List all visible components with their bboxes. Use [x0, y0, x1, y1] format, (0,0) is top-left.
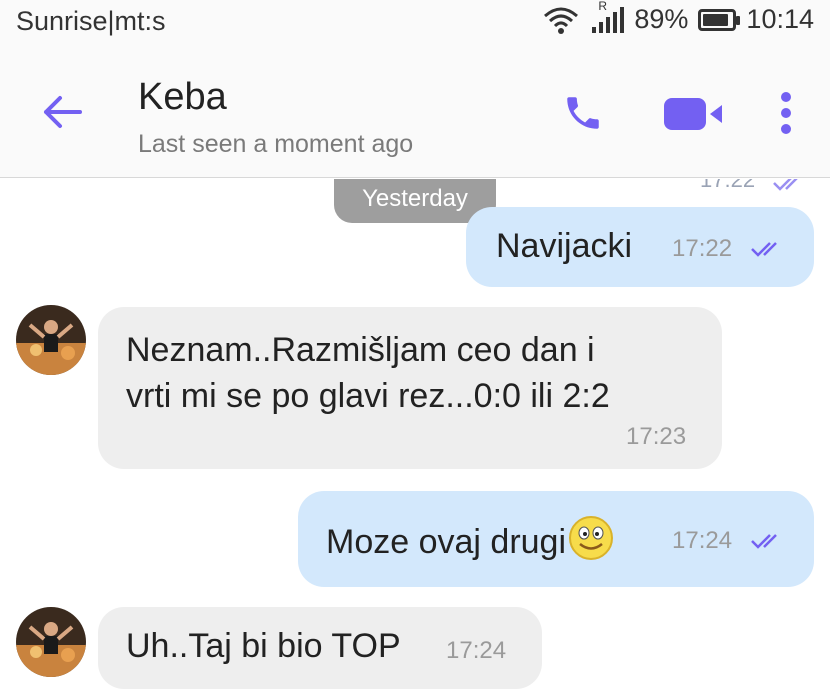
carrier-label: Sunrise|mt:s: [16, 6, 166, 36]
avatar-photo: [16, 305, 86, 375]
outgoing-message[interactable]: Moze ovaj drugi 17:24: [298, 491, 814, 587]
read-ticks-icon: [751, 242, 777, 257]
contact-avatar[interactable]: [16, 305, 86, 375]
back-button[interactable]: [40, 90, 84, 134]
status-bar: Sunrise|mt:s R 89% 10:14: [0, 0, 830, 46]
wifi-icon: [544, 7, 579, 34]
video-call-button[interactable]: [664, 96, 724, 132]
incoming-message[interactable]: Uh..Taj bi bio TOP 17:24: [98, 607, 542, 689]
message-time: 17:24: [672, 527, 733, 554]
more-vertical-icon: [781, 92, 791, 134]
more-options-button[interactable]: [776, 90, 796, 136]
contact-name[interactable]: Keba: [138, 76, 227, 119]
phone-icon: [567, 97, 599, 129]
battery-percent: 89%: [634, 4, 689, 34]
message-time: 17:23: [626, 423, 687, 450]
battery-fill: [703, 13, 729, 26]
message-text: Uh..Taj bi bio TOP: [126, 627, 401, 665]
contact-avatar[interactable]: [16, 607, 86, 677]
battery-icon: [698, 8, 741, 31]
avatar-photo: [16, 607, 86, 677]
read-ticks-icon: [773, 179, 798, 191]
message-text: Neznam..Razmišljam ceo dan i vrti mi se …: [126, 331, 610, 415]
chat-header: Keba Last seen a moment ago: [0, 46, 830, 178]
status-indicators: R 89% 10:14: [542, 0, 814, 35]
incoming-message[interactable]: Neznam..Razmišljam ceo dan i vrti mi se …: [98, 307, 722, 469]
message-text: Moze ovaj drugi: [326, 515, 614, 565]
call-button[interactable]: [562, 92, 604, 134]
read-ticks-icon: [751, 534, 777, 549]
clock: 10:14: [746, 4, 814, 34]
message-text: Navijacki: [496, 227, 633, 265]
last-seen-status: Last seen a moment ago: [138, 130, 414, 158]
signal-icon: R: [590, 0, 625, 35]
message-time: 17:22: [672, 235, 733, 262]
previous-message-timestamp: 17:22: [700, 179, 756, 192]
arrow-left-icon: [44, 96, 82, 128]
message-list[interactable]: 17:22 Yesterday Navijacki 17:22 Neznam..…: [0, 179, 830, 689]
video-camera-icon: [664, 98, 722, 130]
outgoing-message[interactable]: Navijacki 17:22: [466, 207, 814, 287]
smiley-emoji-icon: [569, 516, 614, 560]
message-time: 17:24: [446, 637, 507, 664]
